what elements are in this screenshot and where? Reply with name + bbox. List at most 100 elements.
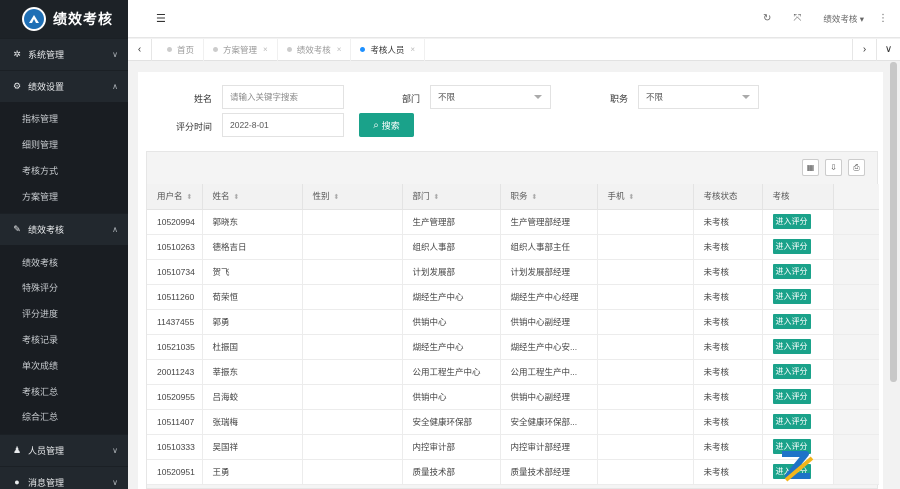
table-cell-filler bbox=[833, 359, 879, 385]
table-cell: 20011243 bbox=[147, 359, 203, 385]
column-header[interactable]: 考核状态 bbox=[693, 184, 763, 210]
column-header[interactable]: 手机 ⬍ bbox=[597, 184, 694, 210]
print-icon[interactable]: ⎙ bbox=[848, 159, 865, 176]
evaluate-button[interactable]: 进入评分 bbox=[772, 289, 811, 304]
close-icon[interactable]: × bbox=[337, 45, 342, 54]
sidebar-item[interactable]: 特殊评分 bbox=[0, 275, 128, 301]
sidebar-group-1[interactable]: ⚙ 绩效设置 ∧ bbox=[0, 70, 128, 102]
tab-2[interactable]: 绩效考核 × bbox=[278, 38, 352, 61]
user-menu[interactable]: 绩效考核 ▾ bbox=[823, 13, 864, 25]
tabs-dropdown-icon[interactable]: ∨ bbox=[876, 38, 900, 61]
table-cell: 10521035 bbox=[147, 334, 203, 360]
table-cell-action: 进入评分 bbox=[762, 409, 834, 435]
tabs-bar: ‹ 首页 方案管理 × 绩效考核 × 考核人员 × › ∨ bbox=[128, 38, 900, 61]
evaluate-button[interactable]: 进入评分 bbox=[772, 214, 811, 229]
table-cell: 10511407 bbox=[147, 409, 203, 435]
sidebar-group-0[interactable]: ✲ 系统管理 ∨ bbox=[0, 38, 128, 70]
table-cell-filler bbox=[833, 234, 879, 260]
sidebar-group-2[interactable]: ✎ 绩效考核 ∧ bbox=[0, 213, 128, 245]
evaluate-button[interactable]: 进入评分 bbox=[772, 239, 811, 254]
table-cell: 贺飞 bbox=[202, 259, 303, 285]
more-icon[interactable]: ⋮ bbox=[878, 13, 888, 24]
columns-icon[interactable]: ▦ bbox=[802, 159, 819, 176]
table-tools: ▦ ⇩ ⎙ bbox=[802, 159, 865, 176]
evaluate-button[interactable]: 进入评分 bbox=[772, 414, 811, 429]
table-cell-filler bbox=[833, 459, 879, 485]
column-header[interactable]: 考核 bbox=[762, 184, 834, 210]
tab-1[interactable]: 方案管理 × bbox=[204, 38, 278, 61]
sort-icon[interactable]: ⬍ bbox=[187, 194, 193, 201]
table-cell: 郭晓东 bbox=[202, 209, 303, 235]
column-header-label: 职务 bbox=[510, 191, 528, 202]
table-cell: 未考核 bbox=[693, 409, 763, 435]
column-header-label: 考核状态 bbox=[703, 191, 738, 202]
tab-label: 考核人员 bbox=[370, 44, 405, 55]
sidebar-item[interactable]: 考核汇总 bbox=[0, 378, 128, 404]
position-select-value: 不限 bbox=[646, 92, 664, 102]
tab-3[interactable]: 考核人员 × bbox=[351, 38, 426, 61]
close-icon[interactable]: × bbox=[263, 45, 268, 54]
sort-icon[interactable]: ⬍ bbox=[334, 194, 340, 201]
sort-icon[interactable]: ⬍ bbox=[532, 194, 538, 201]
sidebar-item[interactable]: 综合汇总 bbox=[0, 404, 128, 430]
evaluate-button[interactable]: 进入评分 bbox=[772, 389, 811, 404]
table-cell bbox=[597, 459, 694, 485]
sidebar-item[interactable]: 绩效考核 bbox=[0, 249, 128, 275]
search-button[interactable]: ⌕ 搜索 bbox=[359, 113, 414, 137]
sort-icon[interactable]: ⬍ bbox=[629, 194, 635, 201]
column-header[interactable]: 用户名 ⬍ bbox=[147, 184, 203, 210]
gears-icon: ⚙ bbox=[12, 81, 22, 91]
menu-toggle-icon[interactable]: ☰ bbox=[156, 12, 166, 25]
sort-icon[interactable]: ⬍ bbox=[234, 194, 240, 201]
sidebar-group-4[interactable]: ● 消息管理 ∨ bbox=[0, 465, 128, 489]
column-header[interactable]: 姓名 ⬍ bbox=[202, 184, 303, 210]
sidebar-group-3[interactable]: ♟ 人员管理 ∨ bbox=[0, 433, 128, 466]
column-header-label: 部门 bbox=[412, 191, 430, 202]
table-cell-action: 进入评分 bbox=[762, 234, 834, 260]
sidebar-item[interactable]: 考核记录 bbox=[0, 327, 128, 353]
sidebar-item[interactable]: 考核方式 bbox=[0, 158, 128, 184]
sidebar-item[interactable]: 单次成绩 bbox=[0, 352, 128, 378]
fullscreen-icon[interactable]: ⤧ bbox=[793, 13, 801, 24]
export-icon[interactable]: ⇩ bbox=[825, 159, 842, 176]
sidebar-item[interactable]: 指标管理 bbox=[0, 106, 128, 132]
table-cell: 煳经生产中心 bbox=[402, 334, 501, 360]
sidebar-submenu-1: 指标管理 细则管理 考核方式 方案管理 bbox=[0, 102, 128, 214]
name-search-input[interactable]: 请输入关键字搜索 bbox=[222, 85, 344, 109]
sidebar-item[interactable]: 方案管理 bbox=[0, 183, 128, 209]
date-input[interactable]: 2022-8-01 bbox=[222, 113, 344, 137]
tabs-scroll-right-icon[interactable]: › bbox=[852, 38, 876, 61]
column-header-filler bbox=[833, 184, 879, 210]
column-header[interactable]: 性别 ⬍ bbox=[302, 184, 403, 210]
table-cell: 内控审计部 bbox=[402, 434, 501, 460]
evaluate-button[interactable]: 进入评分 bbox=[772, 339, 811, 354]
sidebar-item[interactable]: 细则管理 bbox=[0, 132, 128, 158]
table-cell-filler bbox=[833, 334, 879, 360]
sidebar-item[interactable]: 评分进度 bbox=[0, 301, 128, 327]
table-cell-filler bbox=[833, 209, 879, 235]
table-cell: 未考核 bbox=[693, 384, 763, 410]
evaluate-button[interactable]: 进入评分 bbox=[772, 364, 811, 379]
table-cell: 煳经生产中心经理 bbox=[500, 284, 598, 310]
sidebar-group-label: 系统管理 bbox=[28, 50, 65, 60]
refresh-icon[interactable]: ↻ bbox=[763, 13, 771, 24]
table-cell-action: 进入评分 bbox=[762, 209, 834, 235]
tab-dot-icon bbox=[286, 47, 292, 52]
page-scrollbar[interactable] bbox=[890, 62, 897, 382]
column-header[interactable]: 职务 ⬍ bbox=[500, 184, 598, 210]
evaluate-button[interactable]: 进入评分 bbox=[772, 314, 811, 329]
position-select[interactable]: 不限 bbox=[638, 85, 759, 109]
sort-icon[interactable]: ⬍ bbox=[434, 194, 440, 201]
tab-0[interactable]: 首页 bbox=[158, 38, 205, 61]
sidebar-submenu-2: 绩效考核 特殊评分 评分进度 考核记录 单次成绩 考核汇总 综合汇总 bbox=[0, 245, 128, 434]
dept-select[interactable]: 不限 bbox=[430, 85, 551, 109]
evaluate-button[interactable]: 进入评分 bbox=[772, 264, 811, 279]
table-cell: 质量技术部经理 bbox=[500, 459, 598, 485]
close-icon[interactable]: × bbox=[410, 45, 415, 54]
tabs-scroll-left-icon[interactable]: ‹ bbox=[128, 38, 152, 61]
table-cell: 煳经生产中心 bbox=[402, 284, 501, 310]
column-header-label: 姓名 bbox=[212, 191, 230, 202]
table-cell bbox=[302, 434, 403, 460]
table-cell: 10520951 bbox=[147, 459, 203, 485]
column-header[interactable]: 部门 ⬍ bbox=[402, 184, 501, 210]
